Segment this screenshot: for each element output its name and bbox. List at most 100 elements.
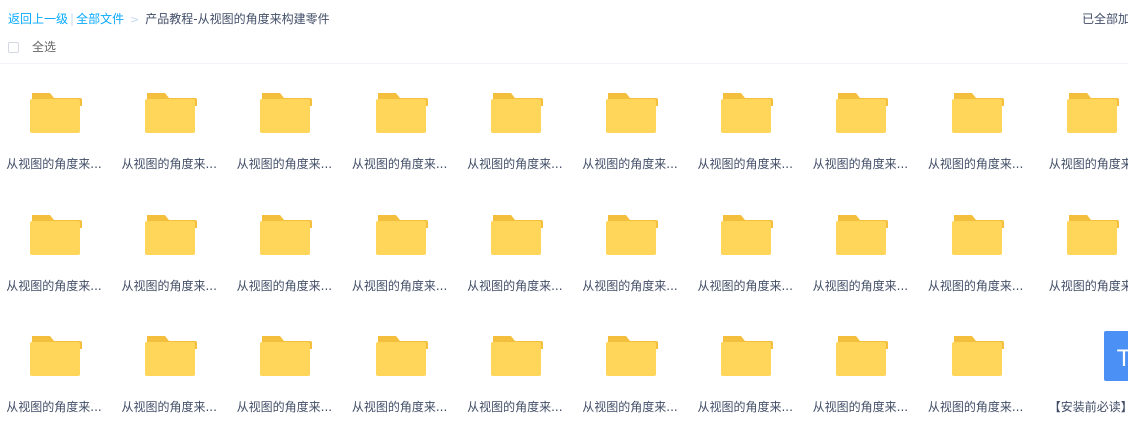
folder-item[interactable]: 从视图的角度来... xyxy=(810,64,915,174)
file-item[interactable]: T 【安装前必读】 xyxy=(1041,307,1128,417)
item-name: 从视图的角度来... xyxy=(582,157,678,171)
folder-icon xyxy=(145,334,201,382)
item-name: 从视图的角度来... xyxy=(351,157,448,171)
item-name: 从视图的角度来... xyxy=(351,279,448,293)
select-all-checkbox[interactable] xyxy=(8,41,19,53)
folder-item[interactable]: 从视图的角度来... xyxy=(234,64,339,174)
item-name: 从视图的角度来... xyxy=(697,400,793,414)
folder-icon xyxy=(30,213,86,261)
item-name: 从视图的角度来 xyxy=(1048,279,1128,293)
file-grid: 从视图的角度来... 从视图的角度来... 从视图的角度来... 从视图的角度来...… xyxy=(0,64,1128,429)
item-name: 从视图的角度来... xyxy=(927,400,1024,414)
folder-icon xyxy=(30,91,86,139)
folder-item[interactable]: 从视图的角度来... xyxy=(926,64,1031,174)
item-name: 从视图的角度来... xyxy=(6,279,102,293)
folder-item[interactable]: 从视图的角度来... xyxy=(4,307,109,417)
folder-item[interactable]: 从视图的角度来... xyxy=(119,186,224,296)
item-name: 从视图的角度来... xyxy=(236,157,333,171)
folder-item[interactable]: 从视图的角度来... xyxy=(926,186,1031,296)
folder-icon xyxy=(1066,91,1123,139)
item-name: 从视图的角度来... xyxy=(236,279,333,293)
top-bar: 返回上一级|全部文件 > 产品教程-从视图的角度来构建零件 已全部加载 xyxy=(0,0,1128,36)
folder-item[interactable]: 从视图的角度来... xyxy=(119,64,224,174)
folder-item[interactable]: 从视图的角度来... xyxy=(580,307,685,417)
folder-item[interactable]: 从视图的角度来... xyxy=(810,186,915,296)
folder-item[interactable]: 从视图的角度来... xyxy=(695,307,800,417)
folder-item[interactable]: 从视图的角度来... xyxy=(4,64,109,174)
item-name: 从视图的角度来... xyxy=(351,400,448,414)
folder-item[interactable]: 从视图的角度来... xyxy=(695,64,800,174)
item-name: 从视图的角度来... xyxy=(697,279,793,293)
folder-icon xyxy=(836,334,892,382)
folder-icon xyxy=(721,334,777,382)
folder-icon xyxy=(951,91,1008,139)
folder-item[interactable]: 从视图的角度来... xyxy=(119,307,224,417)
folder-item[interactable]: 从视图的角度来 xyxy=(1041,186,1128,296)
folder-icon xyxy=(375,334,432,382)
file-type-letter: T xyxy=(1116,347,1128,372)
item-name: 从视图的角度来... xyxy=(582,400,678,414)
folder-icon xyxy=(375,213,432,261)
item-name: 从视图的角度来... xyxy=(582,279,678,293)
folder-icon xyxy=(375,91,432,139)
item-name: 从视图的角度来... xyxy=(697,157,793,171)
folder-icon xyxy=(721,213,777,261)
item-name: 从视图的角度来... xyxy=(927,157,1024,171)
current-folder-title: 产品教程-从视图的角度来构建零件 xyxy=(145,12,330,26)
item-name: 从视图的角度来... xyxy=(927,279,1024,293)
item-name: 从视图的角度来... xyxy=(467,400,563,414)
item-name: 从视图的角度来... xyxy=(6,400,102,414)
item-name: 从视图的角度来... xyxy=(812,279,909,293)
select-all-row[interactable]: 全选 xyxy=(8,38,56,54)
folder-icon xyxy=(951,334,1008,382)
folder-icon xyxy=(606,91,662,139)
folder-icon xyxy=(30,334,86,382)
folder-item[interactable]: 从视图的角度来... xyxy=(465,64,570,174)
item-name: 从视图的角度来... xyxy=(121,157,217,171)
folder-item[interactable]: 从视图的角度来... xyxy=(350,186,455,296)
folder-item[interactable]: 从视图的角度来... xyxy=(4,186,109,296)
folder-icon xyxy=(145,91,201,139)
loaded-status: 已全部加载 xyxy=(1082,12,1128,26)
folder-icon xyxy=(606,213,662,261)
breadcrumb-arrow: > xyxy=(130,13,140,26)
item-name: 从视图的角度来... xyxy=(236,400,333,414)
item-name: 从视图的角度来... xyxy=(467,279,563,293)
folder-item[interactable]: 从视图的角度来... xyxy=(350,64,455,174)
item-name: 【安装前必读】 xyxy=(1048,400,1128,414)
folder-item[interactable]: 从视图的角度来... xyxy=(465,186,570,296)
folder-item[interactable]: 从视图的角度来... xyxy=(350,307,455,417)
folder-item[interactable]: 从视图的角度来... xyxy=(465,307,570,417)
folder-icon xyxy=(836,213,892,261)
folder-icon xyxy=(260,334,316,382)
folder-icon xyxy=(836,91,892,139)
item-name: 从视图的角度来... xyxy=(121,279,217,293)
item-name: 从视图的角度来... xyxy=(6,157,102,171)
item-name: 从视图的角度来... xyxy=(812,400,909,414)
folder-icon xyxy=(606,334,662,382)
back-link[interactable]: 返回上一级 xyxy=(8,12,68,26)
item-name: 从视图的角度来... xyxy=(812,157,909,171)
folder-item[interactable]: 从视图的角度来... xyxy=(580,64,685,174)
folder-icon xyxy=(951,213,1008,261)
item-name: 从视图的角度来... xyxy=(121,400,217,414)
folder-item[interactable]: 从视图的角度来... xyxy=(580,186,685,296)
text-file-icon: T xyxy=(1102,331,1128,381)
folder-item[interactable]: 从视图的角度来... xyxy=(234,307,339,417)
folder-item[interactable]: 从视图的角度来... xyxy=(926,307,1031,417)
folder-item[interactable]: 从视图的角度来... xyxy=(234,186,339,296)
folder-icon xyxy=(260,91,316,139)
all-files-link[interactable]: 全部文件 xyxy=(76,12,124,26)
folder-item[interactable]: 从视图的角度来... xyxy=(810,307,915,417)
item-name: 从视图的角度来 xyxy=(1048,157,1128,171)
select-all-label: 全选 xyxy=(32,39,57,54)
folder-item[interactable]: 从视图的角度来 xyxy=(1041,64,1128,174)
folder-icon xyxy=(490,91,547,139)
folder-icon xyxy=(490,213,547,261)
breadcrumb: 返回上一级 | 全部文件 > 产品教程-从视图的角度来构建零件 xyxy=(8,11,330,28)
folder-icon xyxy=(145,213,201,261)
folder-icon xyxy=(721,91,777,139)
folder-item[interactable]: 从视图的角度来... xyxy=(695,186,800,296)
breadcrumb-separator: | xyxy=(70,12,75,26)
item-name: 从视图的角度来... xyxy=(467,157,563,171)
